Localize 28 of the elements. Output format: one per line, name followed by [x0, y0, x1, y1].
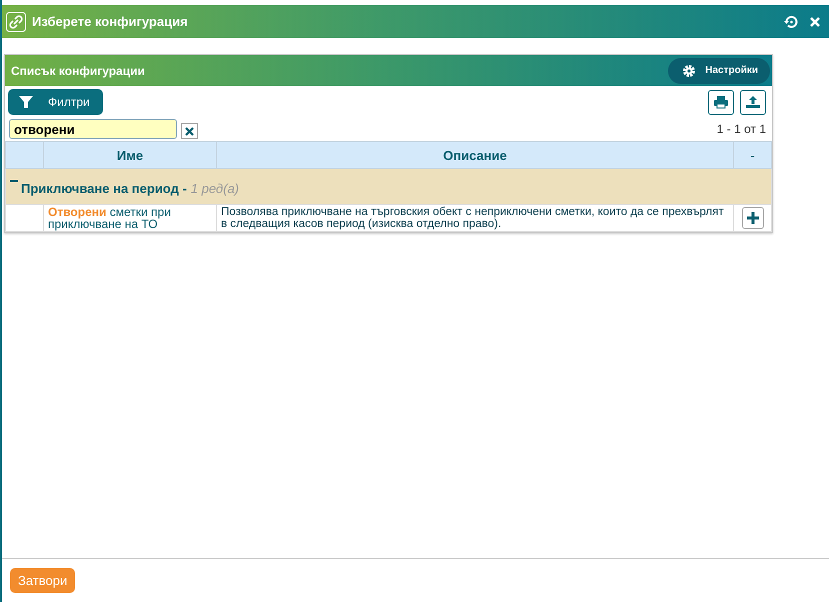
column-header[interactable]: Описание — [216, 142, 734, 168]
window-title: Изберете конфигурация — [32, 14, 188, 29]
close-icon[interactable] — [809, 16, 821, 28]
funnel-icon — [18, 95, 34, 109]
group-title: Приключване на период - — [21, 181, 187, 196]
upload-icon — [746, 95, 760, 109]
name-cell: Отворени сметки при приключване на ТО — [44, 204, 216, 232]
printer-icon — [714, 95, 728, 109]
history-icon[interactable] — [783, 14, 799, 30]
clear-button[interactable] — [181, 123, 198, 139]
column-header[interactable]: - — [734, 142, 772, 168]
header-cell — [6, 142, 44, 168]
group-count: 1 ред(а) — [190, 181, 240, 196]
panel-title: Списък конфигурации — [11, 64, 145, 78]
description-cell: Позволява приключване на търговския обект с неприключени сметки, които да се прехвърлят в следващия касов период (изисква отделно право). — [216, 204, 734, 232]
filters-button[interactable]: Филтри — [8, 89, 103, 115]
add-button[interactable] — [742, 207, 764, 229]
pagination-text: 1 - 1 от 1 — [716, 122, 766, 136]
link-icon — [6, 12, 26, 32]
export-button[interactable] — [740, 90, 766, 114]
plus-icon — [746, 211, 760, 225]
search-field[interactable]: отворени — [9, 119, 177, 139]
group-row[interactable]: Приключване на период - 1 ред(а) — [6, 168, 772, 204]
clear-icon — [185, 126, 194, 136]
column-header[interactable]: Име — [44, 142, 216, 168]
gear-icon — [682, 64, 696, 78]
print-button[interactable] — [708, 90, 734, 114]
settings-button[interactable]: Настройки — [668, 58, 770, 84]
